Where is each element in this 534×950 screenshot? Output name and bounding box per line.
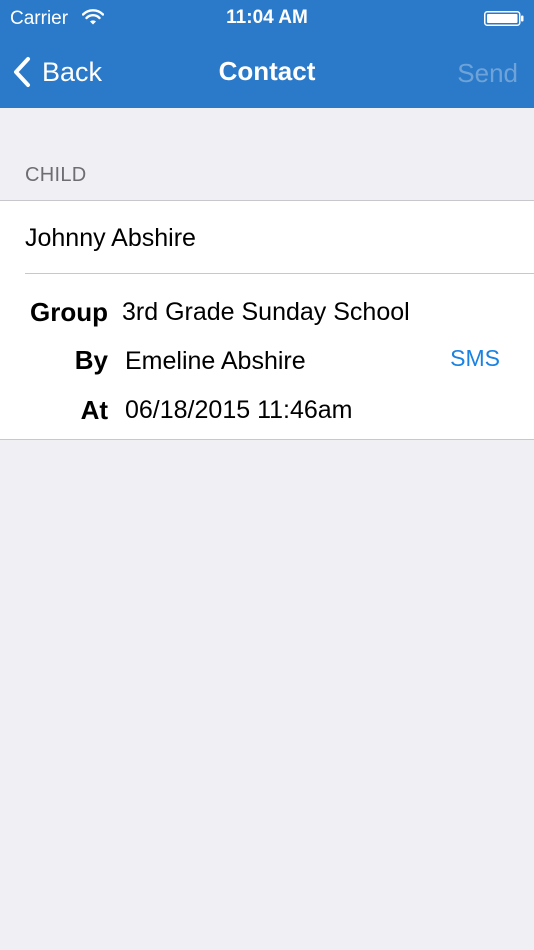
status-time: 11:04 AM xyxy=(226,7,308,28)
group-value: 3rd Grade Sunday School xyxy=(122,298,410,326)
back-label: Back xyxy=(42,56,103,87)
back-button[interactable]: Back xyxy=(12,54,102,90)
group-label: Group xyxy=(30,297,108,327)
at-value: 06/18/2015 11:46am xyxy=(125,396,353,424)
child-name: Johnny Abshire xyxy=(25,224,196,252)
by-value: Emeline Abshire xyxy=(125,347,306,375)
back-chevron-icon xyxy=(14,57,30,87)
send-button[interactable]: Send xyxy=(457,58,518,89)
row-divider xyxy=(25,273,534,274)
contact-screen: Carrier 11:04 AM Back Contact Send CHILD… xyxy=(0,0,534,950)
header: Carrier 11:04 AM Back Contact Send xyxy=(0,0,534,108)
section-header-child: CHILD xyxy=(25,164,87,186)
child-contact-card: Johnny Abshire Group 3rd Grade Sunday Sc… xyxy=(0,200,534,440)
battery-icon xyxy=(484,11,524,26)
status-bar: Carrier 11:04 AM xyxy=(0,0,534,36)
by-label: By xyxy=(74,345,108,375)
navigation-bar: Back Contact Send xyxy=(0,36,534,108)
sms-button[interactable]: SMS xyxy=(450,345,500,372)
at-label: At xyxy=(80,395,108,425)
